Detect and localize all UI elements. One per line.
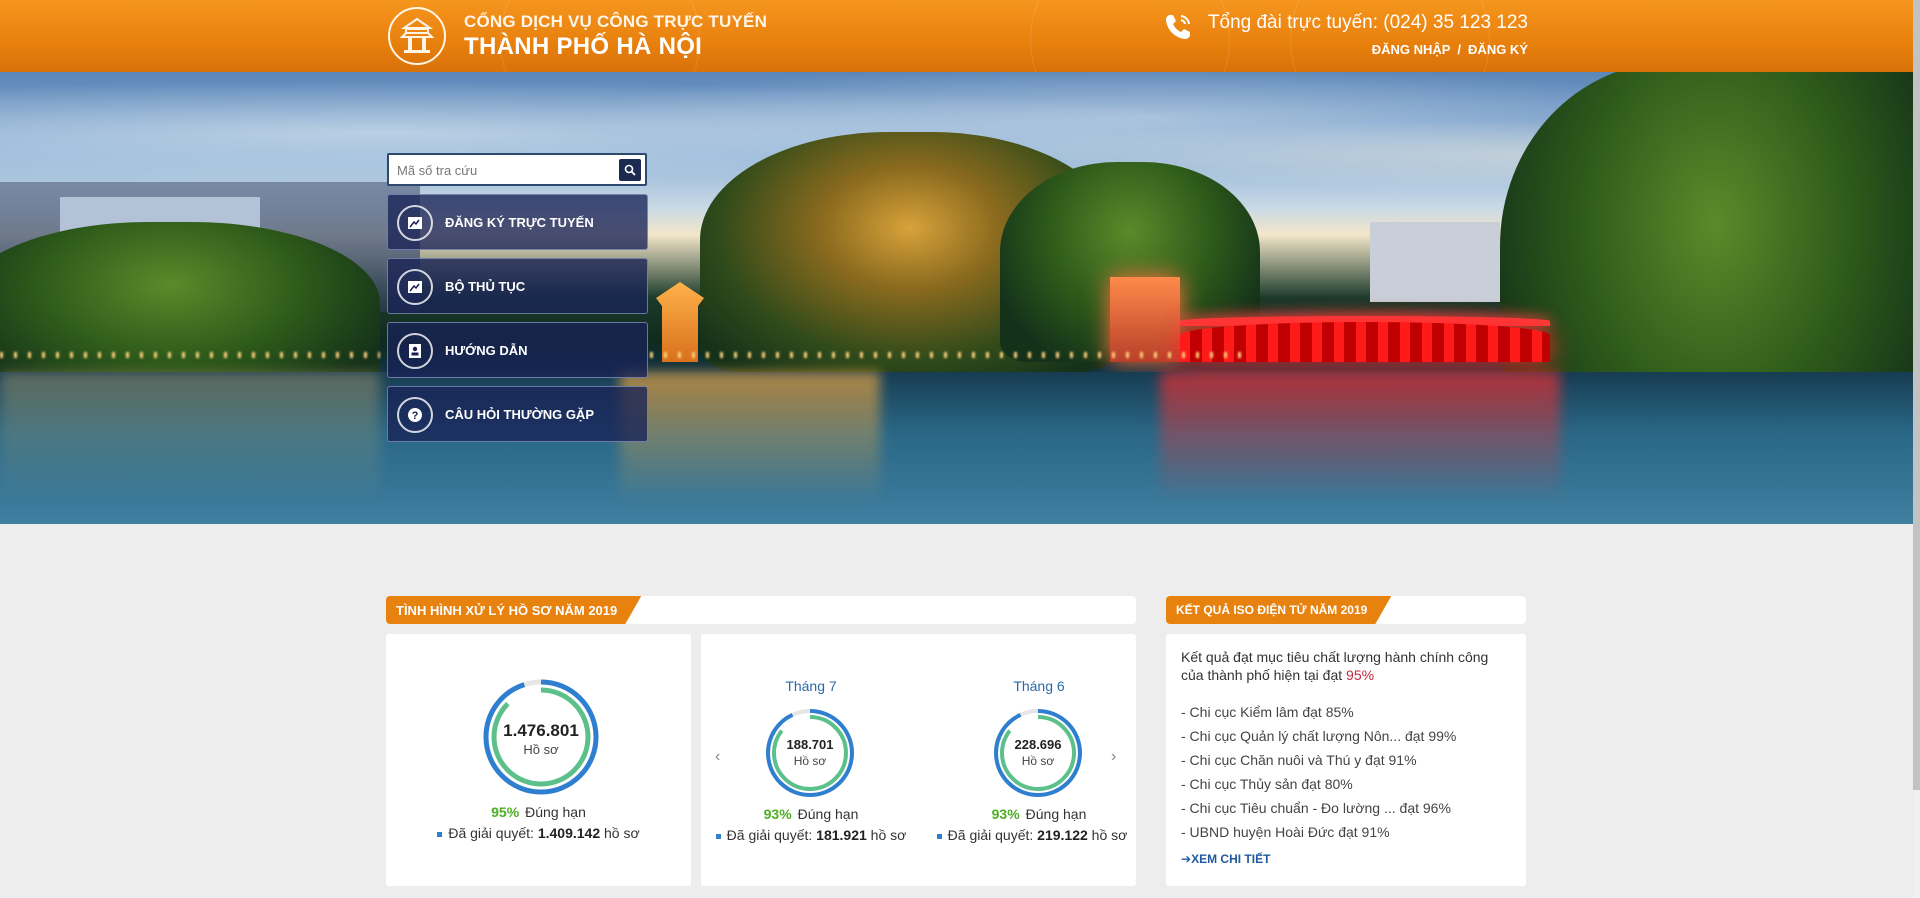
resolved-label: Đã giải quyết: xyxy=(947,827,1034,843)
menu-label: BỘ THỦ TỤC xyxy=(445,279,526,294)
month-resolved: Đã giải quyết: 219.122 hồ sơ xyxy=(927,827,1137,843)
month-percent: 93% xyxy=(763,806,792,822)
hero-reflection xyxy=(0,372,380,502)
donut-total-arc xyxy=(766,709,854,797)
month-resolved: Đã giải quyết: 181.921 hồ sơ xyxy=(701,827,921,843)
hotline-text: Tổng đài trực tuyến: (024) 35 123 123 xyxy=(1207,12,1528,33)
image-edit-icon xyxy=(397,205,433,241)
iso-list-item: - Chi cục Quản lý chất lượng Nôn... đạt … xyxy=(1181,728,1457,744)
month-ontime: 93% Đúng hạn xyxy=(721,806,901,822)
total-ontime: 95% Đúng hạn xyxy=(386,804,691,820)
resolved-value: 1.409.142 xyxy=(537,825,601,841)
iso-list-item: - Chi cục Thủy sản đạt 80% xyxy=(1181,776,1353,792)
iso-intro-percent: 95% xyxy=(1346,667,1375,683)
donut-ontime-arc xyxy=(772,715,848,791)
month-ontime: 93% Đúng hạn xyxy=(949,806,1129,822)
month-label: Tháng 7 xyxy=(785,678,837,694)
ontime-label: Đúng hạn xyxy=(1025,806,1087,822)
donut-ontime-arc xyxy=(1000,715,1076,791)
search-button[interactable] xyxy=(619,159,641,181)
brand-line-1: CỔNG DỊCH VỤ CÔNG TRỰC TUYẾN xyxy=(464,12,768,31)
hero-lights xyxy=(0,352,380,358)
iso-card: Kết quả đạt mục tiêu chất lượng hành chí… xyxy=(1166,634,1526,886)
ontime-label: Đúng hạn xyxy=(525,804,586,820)
lookup-search-input[interactable] xyxy=(397,160,607,180)
hero-reflection xyxy=(1160,372,1560,502)
next-arrow[interactable]: › xyxy=(1111,748,1116,766)
iso-list-item: - UBND huyện Hoài Đức đạt 91% xyxy=(1181,824,1390,840)
question-icon: ? xyxy=(397,397,433,433)
city-logo[interactable] xyxy=(388,7,446,65)
iso-list: - Chi cục Kiểm lâm đạt 85% - Chi cục Quả… xyxy=(1181,700,1456,844)
menu-label: HƯỚNG DẪN xyxy=(445,343,528,358)
menu-faq[interactable]: ? CÂU HỎI THƯỜNG GẶP xyxy=(387,386,648,442)
resolved-value: 219.122 xyxy=(1037,827,1088,843)
month-value: 188.701 xyxy=(786,737,834,752)
menu-label: ĐĂNG KÝ TRỰC TUYẾN xyxy=(445,215,594,230)
iso-title: KẾT QUẢ ISO ĐIỆN TỬ NĂM 2019 xyxy=(1166,596,1391,624)
hero-banner xyxy=(0,72,1913,524)
total-resolved: Đã giải quyết: 1.409.142 hồ sơ xyxy=(386,825,691,841)
iso-list-item: - Chi cục Kiểm lâm đạt 85% xyxy=(1181,704,1354,720)
view-details-link[interactable]: ➔XEM CHI TIẾT xyxy=(1181,852,1270,866)
hero-reflection xyxy=(620,372,880,502)
month-label: Tháng 6 xyxy=(1013,678,1065,694)
menu-label: CÂU HỎI THƯỜNG GẶP xyxy=(445,407,594,422)
resolved-unit: hồ sơ xyxy=(1091,827,1128,843)
month-value: 228.696 xyxy=(1014,737,1062,752)
total-percent: 95% xyxy=(491,804,520,820)
total-stats-card: 1.476.801 Hồ sơ 95% Đúng hạn Đã giải quyế… xyxy=(386,634,691,886)
menu-procedures[interactable]: BỘ THỦ TỤC xyxy=(387,258,648,314)
donut-total-arc xyxy=(994,709,1082,797)
monthly-stats-card: ‹ › Tháng 7 188.701 Hồ sơ 93% Đúng hạn Đã… xyxy=(701,634,1136,886)
login-link[interactable]: ĐĂNG NHẬP xyxy=(1372,42,1451,57)
processing-title-bar: TÌNH HÌNH XỬ LÝ HỒ SƠ NĂM 2019 xyxy=(386,596,1136,624)
total-unit: Hồ sơ xyxy=(523,742,559,757)
site-header: CỔNG DỊCH VỤ CÔNG TRỰC TUYẾN THÀNH PHỐ H… xyxy=(0,0,1913,140)
prev-arrow[interactable]: ‹ xyxy=(715,748,720,766)
month-unit: Hồ sơ xyxy=(793,754,827,768)
iso-intro-text: Kết quả đạt mục tiêu chất lượng hành chí… xyxy=(1181,649,1489,683)
resolved-unit: hồ sơ xyxy=(870,827,907,843)
menu-guide[interactable]: HƯỚNG DẪN xyxy=(387,322,648,378)
total-value: 1.476.801 xyxy=(503,721,579,740)
hero-temple xyxy=(1110,277,1180,362)
processing-title: TÌNH HÌNH XỬ LÝ HỒ SƠ NĂM 2019 xyxy=(386,596,641,624)
ontime-label: Đúng hạn xyxy=(797,806,859,822)
resolved-value: 181.921 xyxy=(816,827,867,843)
register-link[interactable]: ĐĂNG KÝ xyxy=(1468,42,1528,57)
auth-separator: / xyxy=(1457,42,1462,57)
month-donut-chart xyxy=(766,709,854,797)
resolved-unit: hồ sơ xyxy=(604,825,640,841)
iso-list-item: - Chi cục Tiêu chuẩn - Đo lường ... đạt … xyxy=(1181,800,1451,816)
bullet-icon xyxy=(715,833,721,839)
scrollbar-thumb[interactable] xyxy=(1913,0,1920,790)
month-donut-chart xyxy=(994,709,1082,797)
svg-text:?: ? xyxy=(412,410,419,422)
lookup-search xyxy=(387,153,647,186)
iso-title-bar: KẾT QUẢ ISO ĐIỆN TỬ NĂM 2019 xyxy=(1166,596,1526,624)
image-icon xyxy=(397,269,433,305)
hero-building xyxy=(1370,222,1500,302)
page-scrollbar[interactable] xyxy=(1913,0,1920,898)
iso-list-item: - Chi cục Chăn nuôi và Thú y đạt 91% xyxy=(1181,752,1417,768)
hero-lights xyxy=(650,352,1250,358)
view-details-label: XEM CHI TIẾT xyxy=(1191,852,1271,866)
month-percent: 93% xyxy=(991,806,1020,822)
auth-links: ĐĂNG NHẬP / ĐĂNG KÝ xyxy=(1372,42,1528,57)
search-icon xyxy=(624,164,636,176)
brand-line-2: THÀNH PHỐ HÀ NỘI xyxy=(464,33,703,60)
menu-online-registration[interactable]: ĐĂNG KÝ TRỰC TUYẾN xyxy=(387,194,648,250)
bullet-icon xyxy=(936,833,942,839)
iso-intro: Kết quả đạt mục tiêu chất lượng hành chí… xyxy=(1181,648,1511,684)
arrow-right-icon: ➔ xyxy=(1181,852,1192,866)
month-unit: Hồ sơ xyxy=(1021,754,1055,768)
phone-icon xyxy=(1162,11,1194,43)
resolved-label: Đã giải quyết: xyxy=(726,827,813,843)
contact-card-icon xyxy=(397,333,433,369)
bullet-icon xyxy=(437,831,443,837)
resolved-label: Đã giải quyết: xyxy=(448,825,534,841)
